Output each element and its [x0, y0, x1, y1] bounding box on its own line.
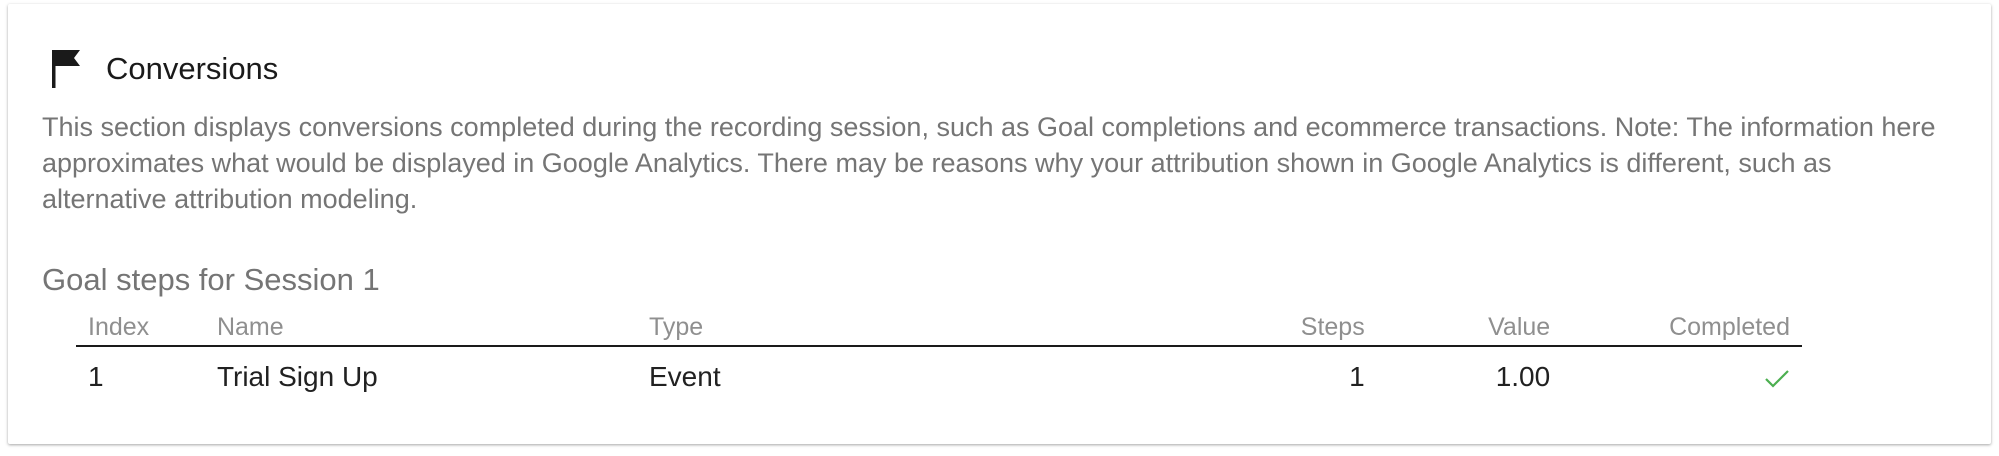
column-header-steps: Steps	[1007, 309, 1377, 347]
column-header-completed: Completed	[1562, 309, 1802, 347]
card-description: This section displays conversions comple…	[42, 112, 1936, 214]
card-title: Conversions	[106, 50, 279, 86]
column-header-name: Name	[204, 309, 637, 347]
cell-value: 1.00	[1495, 361, 1551, 392]
check-icon	[1764, 369, 1790, 389]
cell-name: Trial Sign Up	[216, 361, 378, 392]
goals-heading: Goal steps for Session 1	[42, 262, 380, 297]
column-header-type: Type	[637, 309, 1008, 347]
cell-type: Event	[649, 361, 721, 392]
goal-steps-table: Index Name Type Steps Value Completed 1 …	[76, 309, 1802, 407]
cell-steps: 1	[1349, 361, 1365, 392]
cell-index: 1	[88, 361, 104, 392]
conversions-card: Conversions This section displays conver…	[8, 4, 1991, 444]
table-header-row: Index Name Type Steps Value Completed	[76, 309, 1802, 347]
column-header-index: Index	[76, 309, 205, 347]
card-header: Conversions	[48, 44, 278, 92]
table-row: 1 Trial Sign Up Event 1 1.00	[76, 346, 1802, 407]
flag-icon	[48, 46, 84, 90]
cell-completed	[1562, 346, 1802, 407]
column-header-value: Value	[1376, 309, 1563, 347]
